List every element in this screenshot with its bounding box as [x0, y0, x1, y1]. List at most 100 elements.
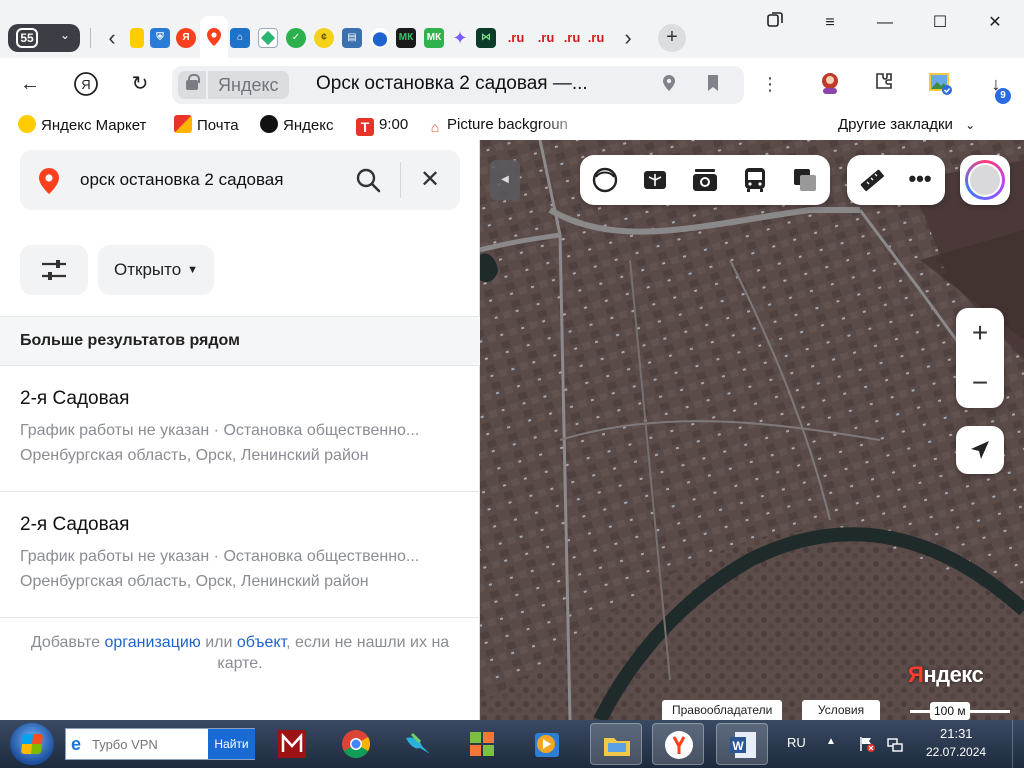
yandex-home-button[interactable]: Я [72, 70, 100, 98]
flag-icon[interactable] [858, 735, 876, 753]
address-bar[interactable]: Яндекс Орск остановка 2 садовая —... [172, 66, 744, 104]
result-name[interactable]: 2-я Садовая [20, 514, 129, 536]
page-title[interactable]: Орск остановка 2 садовая —... [316, 73, 588, 95]
profile-button[interactable] [960, 155, 1010, 205]
result-name[interactable]: 2-я Садовая [20, 388, 129, 410]
result-meta: График работы не указан · Остановка обще… [20, 548, 420, 565]
clock-time[interactable]: 21:31 [940, 726, 973, 741]
tab-gemini-icon[interactable]: ✦ [450, 28, 470, 48]
result-hours: График работы не указан [20, 422, 210, 439]
tab-check-icon[interactable]: ✓ [286, 28, 306, 48]
search-icon[interactable] [354, 166, 382, 194]
tab-app-icon[interactable] [258, 28, 278, 48]
minimize-button[interactable]: — [870, 10, 900, 36]
bookmark-fade [540, 114, 590, 136]
pdf-master-app[interactable] [266, 723, 318, 765]
bookmark-yandex-market[interactable]: Яндекс Маркет [18, 115, 146, 135]
tab-gosuslugi-icon[interactable]: ⛨ [150, 28, 170, 48]
vpn-app[interactable] [456, 723, 508, 765]
extension-avatar-icon[interactable] [816, 70, 844, 98]
taskbar-search-button[interactable]: Найти [208, 729, 255, 759]
tab-yandex-icon[interactable]: Я [176, 28, 196, 48]
extension-picture-icon[interactable] [926, 70, 954, 98]
show-desktop-button[interactable] [1012, 720, 1024, 768]
more-icon[interactable]: ••• [905, 165, 935, 195]
chrome-app[interactable] [330, 723, 382, 765]
tab-yandex-market-icon[interactable] [130, 28, 144, 48]
media-player-app[interactable] [520, 723, 572, 765]
tab-strip: 55 ⌄ ‹ ⛨ Я ⌂ ✓ ¢ ▤ ⬤ МК МК ✦ ⋈ .ru .ru .… [0, 0, 1024, 58]
map-layers-icon[interactable] [790, 165, 820, 195]
my-location-button[interactable] [956, 426, 1004, 474]
filters-button[interactable] [20, 245, 88, 295]
transport-bus-icon[interactable] [740, 165, 770, 195]
open-now-label: Открыто [114, 260, 182, 279]
tab-count-button[interactable]: 55 ⌄ [8, 24, 80, 52]
tab-mk-icon-2[interactable]: МК [424, 28, 444, 48]
add-object-link[interactable]: объект [237, 634, 286, 651]
terms-link[interactable]: Условия [802, 700, 880, 720]
tab-ru-site[interactable]: .ru [560, 28, 584, 48]
file-explorer-app[interactable] [590, 723, 642, 765]
yandex-browser-app[interactable] [652, 723, 704, 765]
new-tab-button[interactable]: + [658, 24, 686, 52]
tabs-scroll-right-button[interactable]: › [616, 24, 640, 52]
tab-yandex-maps-active[interactable] [200, 16, 228, 58]
layers-circle-icon[interactable] [590, 165, 620, 195]
tab-ru-site[interactable]: .ru [504, 28, 528, 48]
bookmark-t[interactable]: T 9:00 [356, 115, 408, 136]
zoom-out-button[interactable]: − [956, 358, 1004, 408]
hummingbird-app[interactable] [392, 723, 444, 765]
other-bookmarks[interactable]: Другие закладки ⌄ [838, 115, 975, 135]
tab-ru-site[interactable]: .ru [534, 28, 558, 48]
tab-coin-icon[interactable]: ¢ [314, 28, 334, 48]
satellite-map[interactable]: ◀ ••• + − Яндекс Правообладатели Условия… [480, 140, 1024, 720]
lock-icon[interactable] [178, 71, 206, 99]
search-query[interactable]: орск остановка 2 садовая [80, 170, 283, 190]
collapse-panel-button[interactable]: ◀ [490, 160, 520, 200]
copyright-holders-link[interactable]: Правообладатели [662, 700, 783, 720]
tab-home-icon[interactable]: ⌂ [230, 28, 250, 48]
zoom-in-button[interactable]: + [956, 308, 1004, 358]
close-window-button[interactable]: ✕ [980, 10, 1010, 36]
yandex-maps-pin-icon [207, 28, 221, 46]
scale-label: 100 м [930, 702, 970, 720]
bookmark-yandex[interactable]: Яндекс [260, 115, 333, 135]
bookmark-mail[interactable]: Почта [174, 115, 239, 135]
photos-icon[interactable] [690, 165, 720, 195]
back-button[interactable]: ← [16, 70, 44, 98]
tabs-scroll-left-button[interactable]: ‹ [100, 24, 124, 52]
word-app[interactable]: W [716, 723, 768, 765]
reload-button[interactable]: ↻ [126, 70, 154, 98]
network-icon[interactable] [886, 735, 904, 753]
taskbar-search-input[interactable] [92, 734, 202, 754]
domain-label[interactable]: Яндекс [208, 71, 289, 99]
show-hidden-icons[interactable]: ▲ [826, 736, 836, 747]
maximize-button[interactable]: ☐ [925, 10, 955, 36]
add-organization-link[interactable]: организацию [105, 634, 201, 651]
tab-ru-site[interactable]: .ru [586, 28, 606, 48]
clock-date[interactable]: 22.07.2024 [926, 745, 986, 759]
location-pin-icon[interactable] [658, 74, 680, 96]
divider [400, 162, 401, 198]
result-item[interactable]: 2-я Садовая График работы не указан · Ос… [0, 492, 480, 618]
start-button[interactable] [10, 723, 54, 765]
result-item[interactable]: 2-я Садовая График работы не указан · Ос… [0, 366, 480, 492]
bookmark-icon[interactable] [702, 74, 724, 96]
tab-location-icon[interactable]: ⬤ [370, 28, 390, 48]
collections-icon[interactable] [760, 10, 790, 36]
close-icon[interactable]: ✕ [416, 166, 444, 194]
ruler-icon[interactable] [857, 165, 887, 195]
more-vertical-icon[interactable]: ⋮ [756, 70, 784, 98]
menu-icon[interactable]: ≡ [815, 10, 845, 36]
extension-puzzle-icon[interactable] [870, 70, 898, 98]
open-now-filter[interactable]: Открыто ▼ [98, 245, 215, 295]
taskbar-search[interactable]: e Найти [65, 728, 255, 760]
tab-doc-icon[interactable]: ▤ [342, 28, 362, 48]
search-input[interactable]: орск остановка 2 садовая ✕ [20, 150, 460, 210]
panorama-icon[interactable] [640, 165, 670, 195]
tab-mk-icon[interactable]: МК [396, 28, 416, 48]
tab-sprite-icon[interactable]: ⋈ [476, 28, 496, 48]
language-indicator[interactable]: RU [787, 735, 806, 750]
windows-taskbar: e Найти W RU ▲ 21:31 22.07.2024 [0, 720, 1024, 768]
